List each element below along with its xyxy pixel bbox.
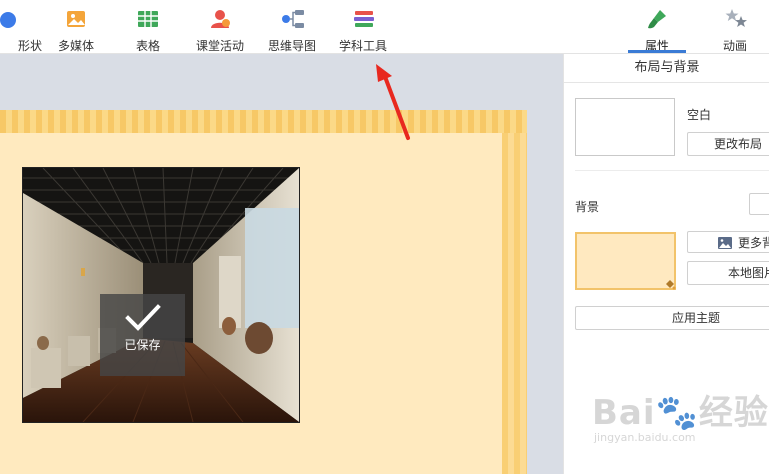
toolbar-item-label: 学科工具	[338, 39, 387, 53]
toolbar-item-multimedia[interactable]: 多媒体	[41, 6, 111, 54]
change-layout-button[interactable]: 更改布局	[687, 132, 769, 156]
panel-divider	[575, 170, 769, 171]
background-thumbnail[interactable]	[575, 232, 676, 290]
tab-animation[interactable]: 动画	[700, 6, 769, 54]
more-backgrounds-button[interactable]: 更多背景	[687, 231, 769, 253]
paint-bucket-icon	[666, 280, 676, 290]
watermark-brand: Bai🐾经验	[592, 393, 769, 433]
background-toggle[interactable]	[749, 193, 769, 215]
top-toolbar: 形状 多媒体 表格 课堂活动 思维导图 学科工具 属性 动画	[0, 0, 769, 54]
stars-icon	[724, 8, 747, 30]
toolbar-item-classroom-activity[interactable]: 课堂活动	[185, 6, 255, 54]
layout-thumbnail[interactable]	[575, 98, 675, 156]
checkmark-icon	[124, 304, 161, 331]
mind-map-icon	[281, 8, 304, 30]
saved-toast-text: 已保存	[124, 338, 161, 352]
brush-icon	[646, 8, 668, 30]
toolbar-item-label: 思维导图	[267, 39, 316, 53]
apply-theme-button[interactable]: 应用主题	[575, 306, 769, 330]
toolbar-item-mind-map[interactable]: 思维导图	[257, 6, 327, 54]
apply-theme-label: 应用主题	[672, 311, 721, 325]
background-label: 背景	[575, 200, 600, 214]
tab-label: 动画	[722, 39, 747, 53]
table-icon	[137, 8, 159, 30]
panel-title: 布局与背景	[564, 54, 769, 83]
shape-icon	[0, 8, 18, 30]
more-backgrounds-label: 更多背景	[738, 236, 769, 250]
local-image-button[interactable]: 本地图片	[687, 261, 769, 285]
toolbar-item-label: 表格	[135, 39, 160, 53]
baidu-jingyan-watermark: Bai🐾经验 jingyan.baidu.com	[592, 395, 769, 444]
classroom-activity-icon	[209, 8, 231, 30]
toolbar-item-label: 多媒体	[57, 39, 94, 53]
subject-tools-icon	[352, 8, 374, 30]
active-tab-indicator	[628, 50, 686, 53]
slide-border-right	[502, 133, 527, 474]
toolbar-item-table[interactable]: 表格	[113, 6, 183, 54]
saved-toast: 已保存	[100, 294, 185, 376]
local-image-label: 本地图片	[728, 266, 769, 280]
toolbar-item-label: 形状	[17, 39, 42, 53]
toolbar-item-label: 课堂活动	[195, 39, 244, 53]
tab-properties[interactable]: 属性	[622, 6, 692, 54]
annotation-arrow	[376, 64, 410, 140]
layout-name: 空白	[687, 108, 712, 122]
toolbar-item-shape[interactable]: 形状	[0, 6, 42, 54]
multimedia-icon	[65, 8, 87, 30]
toolbar-item-subject-tools[interactable]: 学科工具	[328, 6, 398, 54]
image-icon	[718, 237, 732, 249]
